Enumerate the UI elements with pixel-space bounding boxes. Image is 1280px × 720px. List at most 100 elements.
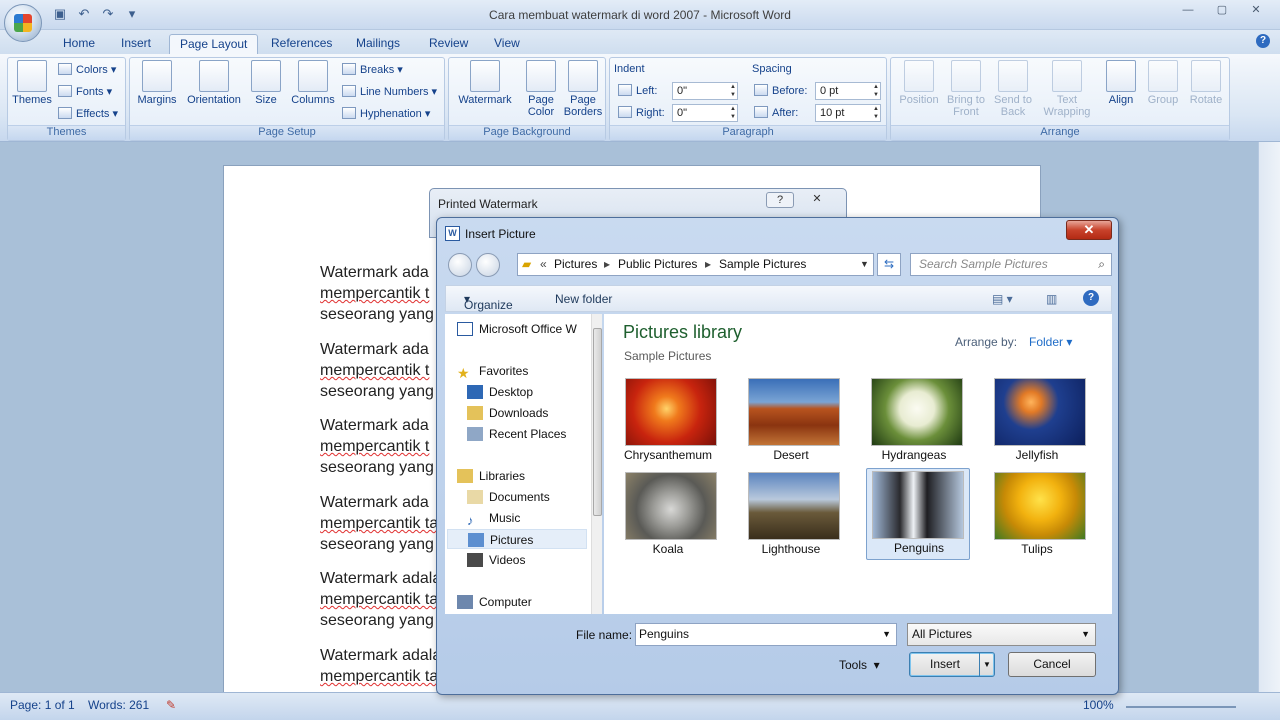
nav-scroll-thumb[interactable] bbox=[593, 328, 602, 516]
line-numbers-button[interactable]: Line Numbers ▾ bbox=[342, 83, 437, 101]
paragraph-4[interactable]: Watermark ada mempercantik ta seseorang … bbox=[320, 492, 438, 555]
thumbnail-caption: Tulips bbox=[1021, 542, 1053, 556]
nav-microsoft-office[interactable]: Microsoft Office W bbox=[457, 319, 597, 339]
paragraph-5[interactable]: Watermark adala mempercantik ta seseoran… bbox=[320, 568, 441, 631]
paragraph-6[interactable]: Watermark adala mempercantik ta bbox=[320, 645, 441, 687]
address-dropdown-icon[interactable]: ▼ bbox=[860, 254, 869, 275]
tab-mailings[interactable]: Mailings bbox=[346, 34, 410, 54]
colors-button[interactable]: Colors ▾ bbox=[58, 61, 116, 79]
bring-to-front-button[interactable]: Bring to Front bbox=[943, 60, 989, 118]
thumbnail-penguins[interactable]: Penguins bbox=[866, 468, 970, 560]
nav-music[interactable]: ♪ Music bbox=[467, 508, 607, 528]
page-borders-button[interactable]: Page Borders bbox=[561, 60, 605, 118]
dialog-help-icon[interactable]: ? bbox=[1083, 290, 1099, 306]
organize-button[interactable]: Organize ▾ bbox=[464, 292, 513, 312]
close-icon[interactable]: ✕ bbox=[1242, 2, 1270, 18]
columns-button[interactable]: Columns bbox=[288, 60, 338, 106]
columns-label: Columns bbox=[291, 94, 335, 106]
nav-favorites[interactable]: ★ Favorites bbox=[457, 361, 597, 381]
refresh-icon[interactable]: ⇆ bbox=[877, 253, 901, 276]
indent-left-field[interactable]: 0" bbox=[672, 82, 738, 100]
tab-view[interactable]: View bbox=[484, 34, 530, 54]
nav-computer[interactable]: Computer bbox=[457, 592, 597, 612]
search-input[interactable]: Search Sample Pictures ⌕ bbox=[910, 253, 1112, 276]
thumbnail-lighthouse[interactable]: Lighthouse bbox=[739, 470, 843, 561]
nav-pictures[interactable]: Pictures bbox=[447, 529, 587, 549]
paragraph-2[interactable]: Watermark ada mempercantik t seseorang y… bbox=[320, 339, 434, 402]
insert-button[interactable]: Insert ▼ bbox=[909, 652, 995, 677]
text-wrapping-button[interactable]: Text Wrapping bbox=[1039, 60, 1095, 118]
nav-recent-places[interactable]: Recent Places bbox=[467, 424, 607, 444]
tab-references[interactable]: References bbox=[261, 34, 342, 54]
align-button[interactable]: Align bbox=[1101, 60, 1141, 106]
thumbnail-koala[interactable]: Koala bbox=[616, 470, 720, 561]
hyphenation-button[interactable]: Hyphenation ▾ bbox=[342, 105, 430, 123]
tools-button[interactable]: Tools ▾ bbox=[839, 658, 880, 672]
page-count[interactable]: Page: 1 of 1 bbox=[10, 698, 75, 712]
minimize-icon[interactable]: — bbox=[1174, 2, 1202, 18]
nav-desktop[interactable]: Desktop bbox=[467, 382, 607, 402]
preview-pane-icon[interactable]: ▥ bbox=[1046, 292, 1057, 306]
file-name-input[interactable]: Penguins ▼ bbox=[635, 623, 897, 646]
tab-page-layout[interactable]: Page Layout bbox=[169, 34, 259, 54]
office-button[interactable] bbox=[4, 4, 42, 42]
indent-right-field[interactable]: 0" bbox=[672, 104, 738, 122]
cancel-button[interactable]: Cancel bbox=[1008, 652, 1096, 677]
pw-help-icon[interactable]: ? bbox=[766, 192, 794, 208]
thumbnail-chrysanthemum[interactable]: Chrysanthemum bbox=[616, 376, 720, 467]
library-subtitle: Sample Pictures bbox=[624, 349, 712, 363]
dialog-close-icon[interactable]: ✕ bbox=[1066, 220, 1112, 240]
send-to-back-button[interactable]: Send to Back bbox=[991, 60, 1035, 118]
fonts-button[interactable]: Fonts ▾ bbox=[58, 83, 112, 101]
margins-button[interactable]: Margins bbox=[134, 60, 180, 106]
page-color-button[interactable]: Page Color bbox=[521, 60, 561, 118]
spacing-after-field[interactable]: 10 pt bbox=[815, 104, 881, 122]
maximize-icon[interactable]: ▢ bbox=[1208, 2, 1236, 18]
size-label: Size bbox=[255, 94, 277, 106]
rotate-button[interactable]: Rotate bbox=[1185, 60, 1227, 106]
tab-insert[interactable]: Insert bbox=[111, 34, 161, 54]
new-folder-button[interactable]: New folder bbox=[555, 292, 612, 306]
size-button[interactable]: Size bbox=[250, 60, 282, 106]
paragraph-3[interactable]: Watermark ada mempercantik t seseorang y… bbox=[320, 415, 434, 478]
back-icon[interactable] bbox=[448, 253, 472, 277]
watermark-button[interactable]: Watermark bbox=[453, 60, 517, 106]
zoom-level[interactable]: 100% bbox=[1083, 698, 1114, 712]
breadcrumb-sample-pictures[interactable]: Sample Pictures bbox=[719, 254, 806, 275]
search-icon[interactable]: ⌕ bbox=[1098, 254, 1105, 275]
help-icon[interactable]: ? bbox=[1256, 34, 1270, 48]
breaks-button[interactable]: Breaks ▾ bbox=[342, 61, 403, 79]
pw-close-icon[interactable]: ✕ bbox=[800, 192, 834, 208]
nav-scrollbar[interactable] bbox=[591, 314, 602, 614]
proofing-icon[interactable]: ✎ bbox=[166, 698, 176, 712]
insert-dropdown-icon[interactable]: ▼ bbox=[979, 653, 994, 676]
nav-documents[interactable]: Documents bbox=[467, 487, 607, 507]
file-type-select[interactable]: All Pictures ▼ bbox=[907, 623, 1096, 646]
themes-button[interactable]: Themes bbox=[10, 60, 54, 106]
thumbnail-jellyfish[interactable]: Jellyfish bbox=[985, 376, 1089, 467]
nav-downloads[interactable]: Downloads bbox=[467, 403, 607, 423]
zoom-slider[interactable] bbox=[1126, 706, 1236, 708]
address-bar[interactable]: ▰ « Pictures ▸ Public Pictures ▸ Sample … bbox=[517, 253, 874, 276]
views-icon[interactable]: ▤ ▾ bbox=[992, 292, 1013, 306]
position-button[interactable]: Position bbox=[897, 60, 941, 106]
forward-icon[interactable] bbox=[476, 253, 500, 277]
tab-home[interactable]: Home bbox=[53, 34, 105, 54]
thumbnail-hydrangeas[interactable]: Hydrangeas bbox=[862, 376, 966, 467]
breadcrumb-pictures[interactable]: Pictures bbox=[554, 254, 597, 275]
thumbnail-tulips[interactable]: Tulips bbox=[985, 470, 1089, 561]
nav-libraries[interactable]: Libraries bbox=[457, 466, 597, 486]
group-button[interactable]: Group bbox=[1143, 60, 1183, 106]
effects-button[interactable]: Effects ▾ bbox=[58, 105, 118, 123]
breadcrumb-public-pictures[interactable]: Public Pictures bbox=[618, 254, 697, 275]
vertical-scrollbar[interactable] bbox=[1258, 142, 1280, 692]
nav-videos[interactable]: Videos bbox=[467, 550, 607, 570]
word-count[interactable]: Words: 261 bbox=[88, 698, 149, 712]
orientation-button[interactable]: Orientation bbox=[182, 60, 246, 106]
thumbnail-desert[interactable]: Desert bbox=[739, 376, 843, 467]
arrange-by-dropdown[interactable]: Folder ▾ bbox=[1029, 335, 1072, 349]
spacing-before-field[interactable]: 0 pt bbox=[815, 82, 881, 100]
tab-review[interactable]: Review bbox=[419, 34, 478, 54]
paragraph-1[interactable]: Watermark ada mempercantik t seseorang y… bbox=[320, 262, 434, 325]
file-name-dropdown-icon[interactable]: ▼ bbox=[882, 624, 891, 645]
